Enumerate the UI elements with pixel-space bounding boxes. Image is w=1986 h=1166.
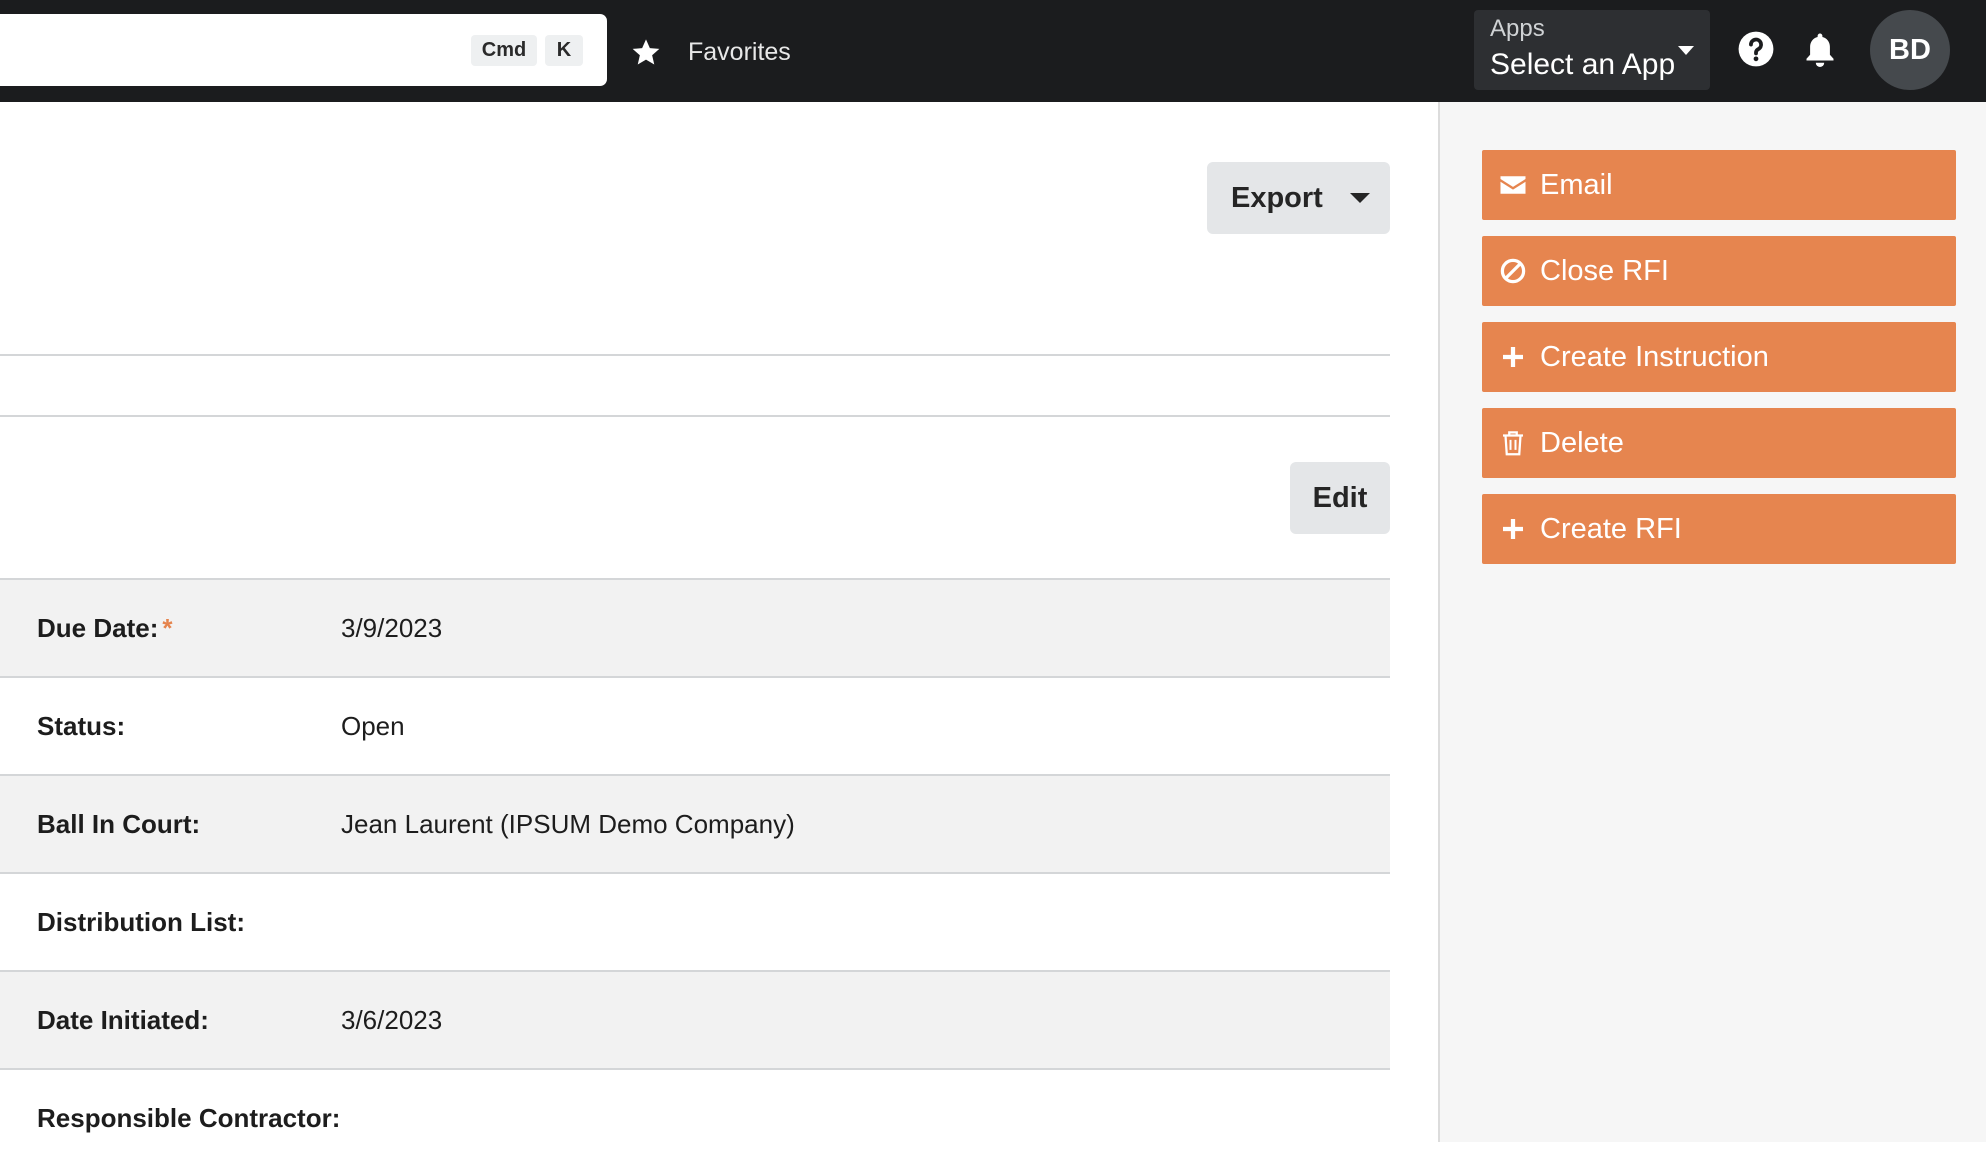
field-row-distribution-list: Distribution List: — [0, 874, 1390, 972]
user-avatar[interactable]: BD — [1870, 10, 1950, 90]
delete-button[interactable]: Delete — [1482, 408, 1956, 478]
trash-icon — [1503, 431, 1523, 456]
plus-icon — [1503, 347, 1523, 367]
close-rfi-label: Close RFI — [1540, 254, 1669, 287]
field-value: 3/9/2023 — [341, 613, 443, 643]
divider — [0, 415, 1390, 417]
app-selector-dropdown[interactable]: Apps Select an App — [1474, 10, 1710, 90]
shortcut-key-k: K — [545, 35, 583, 66]
ban-icon — [1500, 258, 1526, 284]
edit-button[interactable]: Edit — [1290, 462, 1390, 534]
top-navigation-bar: Cmd K Favorites Apps Select an App BD — [0, 0, 1986, 102]
create-rfi-label: Create RFI — [1540, 512, 1682, 545]
field-label: Date Initiated: — [37, 1005, 209, 1035]
field-label: Distribution List: — [37, 907, 245, 937]
field-row-ball-in-court: Ball In Court: Jean Laurent (IPSUM Demo … — [0, 776, 1390, 874]
divider — [0, 354, 1390, 356]
search-input[interactable]: Cmd K — [0, 14, 607, 86]
help-icon[interactable] — [1737, 30, 1775, 68]
required-marker: * — [162, 613, 173, 643]
bell-icon[interactable] — [1802, 30, 1838, 70]
export-label: Export — [1231, 181, 1323, 214]
field-label: Ball In Court: — [37, 809, 201, 839]
chevron-down-icon — [1349, 193, 1370, 203]
close-rfi-button[interactable]: Close RFI — [1482, 236, 1956, 306]
envelope-icon — [1500, 176, 1526, 194]
field-value: 3/6/2023 — [341, 1005, 443, 1035]
field-label: Status: — [37, 711, 126, 741]
plus-icon — [1503, 519, 1523, 539]
field-label: Responsible Contractor: — [37, 1103, 341, 1133]
create-instruction-label: Create Instruction — [1540, 340, 1769, 373]
star-icon — [632, 39, 660, 65]
shortcut-key-cmd: Cmd — [471, 35, 537, 66]
apps-selected-value: Select an App — [1490, 48, 1676, 81]
apps-label: Apps — [1490, 15, 1545, 42]
field-label: Due Date: * — [37, 613, 173, 643]
field-value: Jean Laurent (IPSUM Demo Company) — [341, 809, 795, 839]
create-rfi-button[interactable]: Create RFI — [1482, 494, 1956, 564]
email-label: Email — [1540, 168, 1613, 201]
delete-label: Delete — [1540, 426, 1624, 459]
field-row-responsible-contractor: Responsible Contractor: — [0, 1070, 1390, 1166]
export-button[interactable]: Export — [1207, 162, 1390, 234]
favorites-label: Favorites — [688, 37, 791, 66]
field-row-due-date: Due Date: * 3/9/2023 — [0, 580, 1390, 678]
favorites-button[interactable]: Favorites — [630, 32, 791, 72]
create-instruction-button[interactable]: Create Instruction — [1482, 322, 1956, 392]
chevron-down-icon — [1678, 46, 1694, 55]
field-row-date-initiated: Date Initiated: 3/6/2023 — [0, 972, 1390, 1070]
field-row-status: Status: Open — [0, 678, 1390, 776]
field-value: Open — [341, 711, 405, 741]
email-button[interactable]: Email — [1482, 150, 1956, 220]
